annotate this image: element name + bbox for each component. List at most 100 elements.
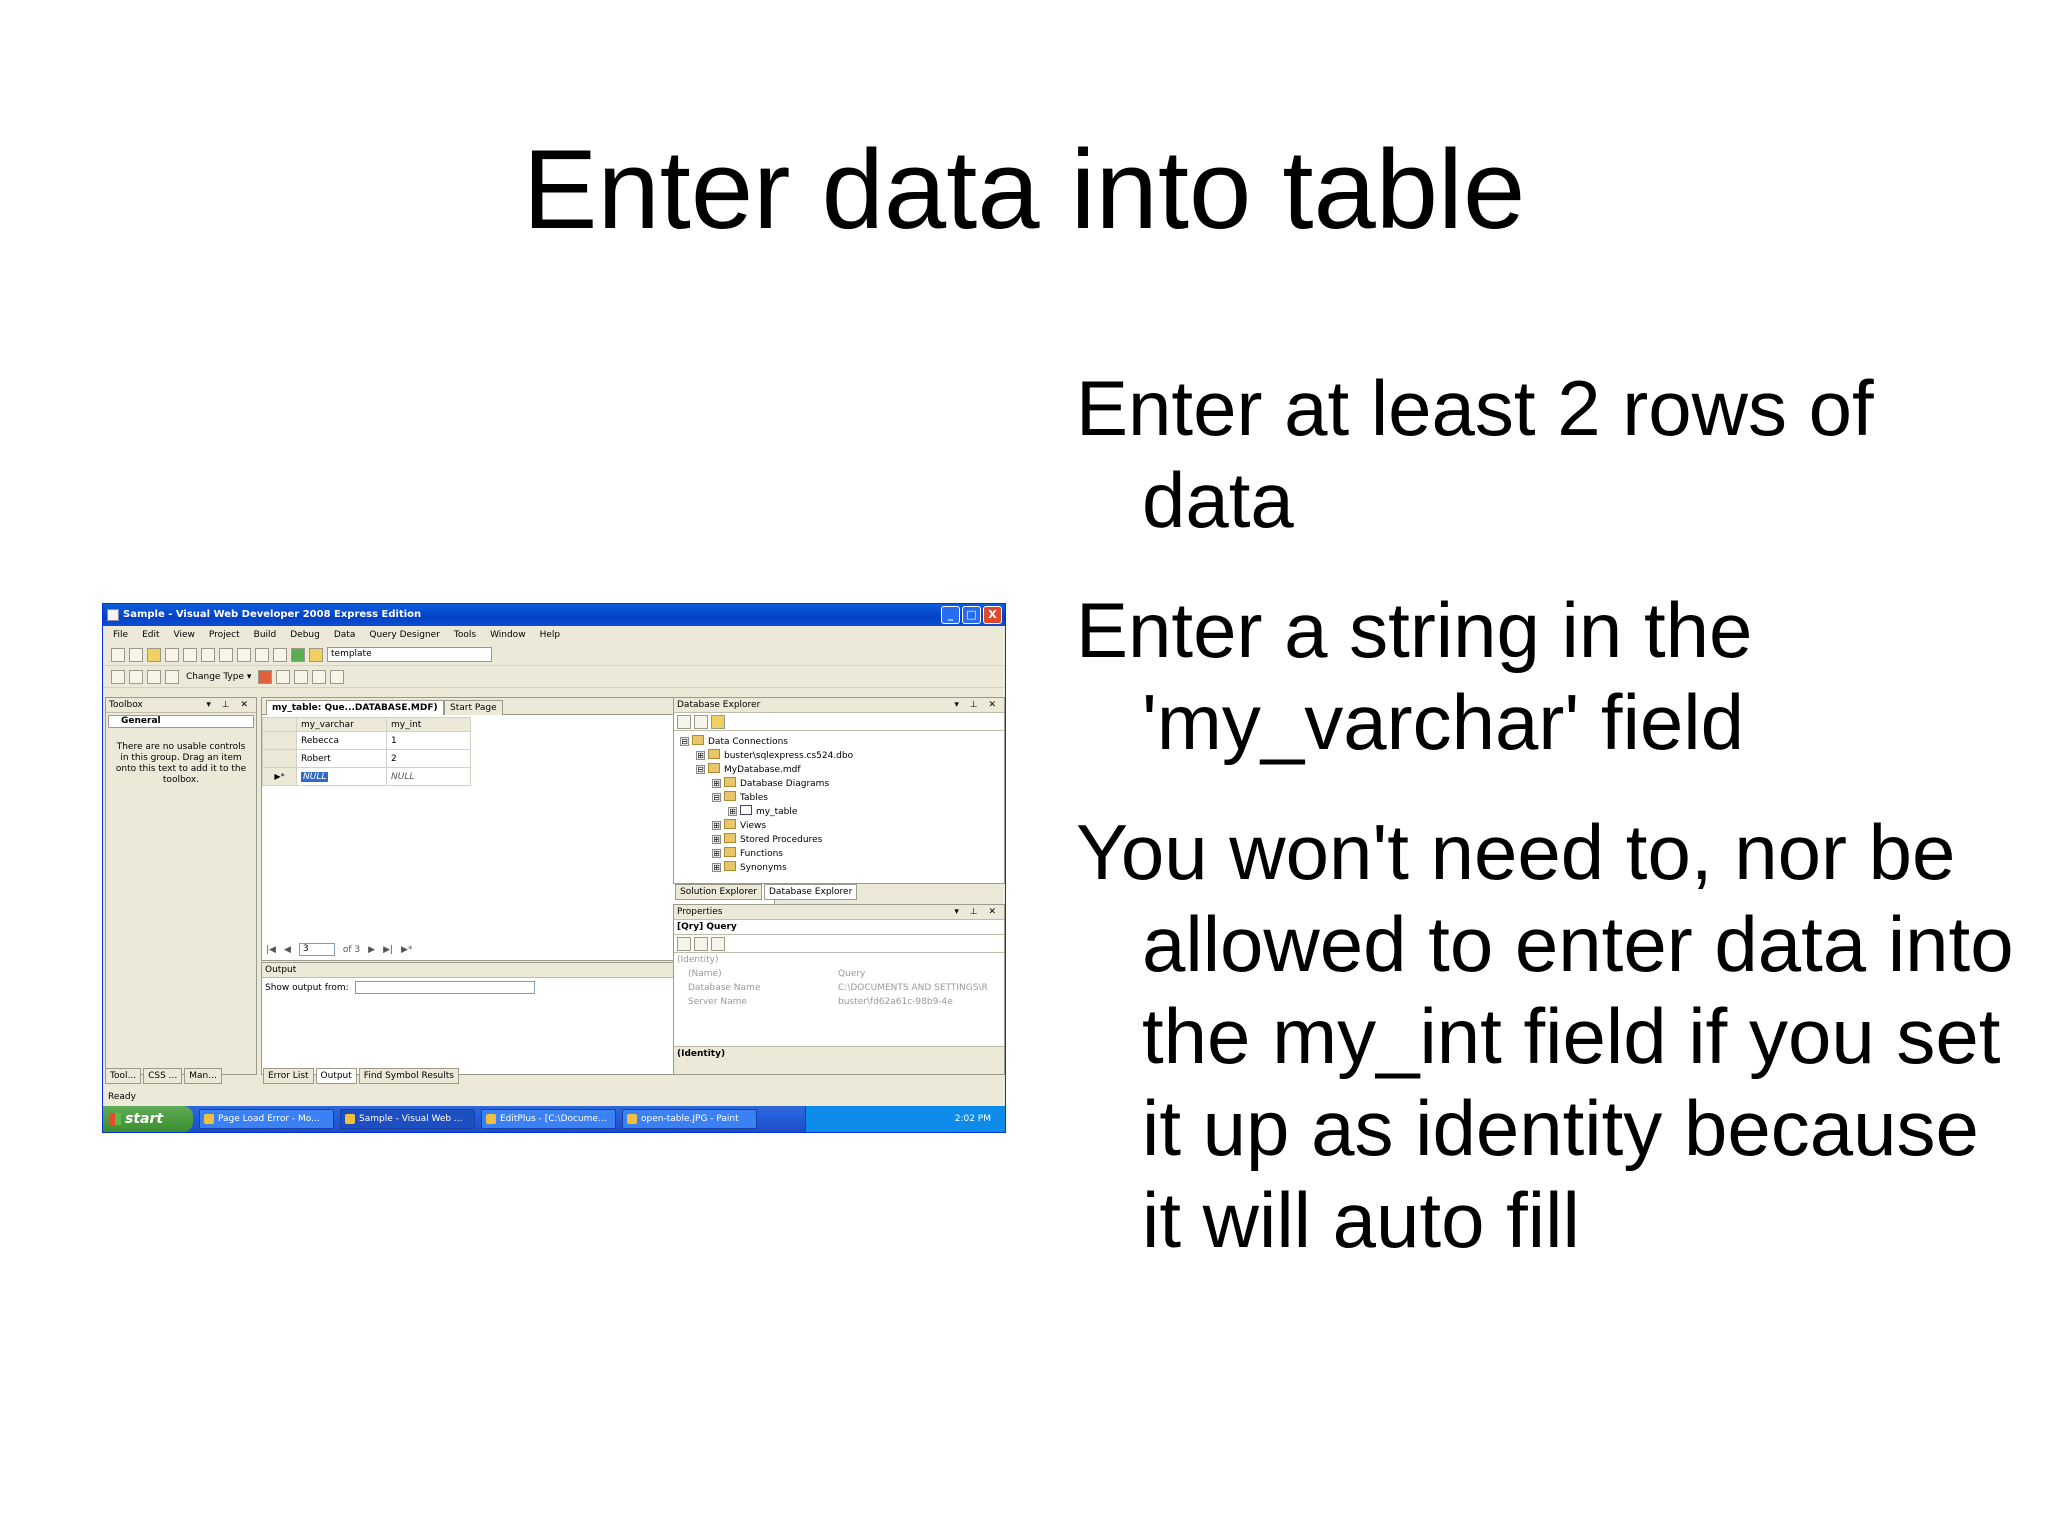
output-source-select[interactable] (354, 981, 535, 994)
copy-icon[interactable] (219, 647, 233, 662)
toolbox-group-general[interactable]: General (108, 715, 254, 728)
execute-sql-icon[interactable] (258, 669, 273, 684)
expander-icon[interactable]: ⊞ (712, 835, 721, 844)
change-type-button[interactable]: Change Type ▾ (183, 670, 254, 684)
next-record-icon[interactable]: ▶ (368, 945, 375, 955)
column-header-my-int[interactable]: my_int (386, 717, 471, 732)
menu-window[interactable]: Window (490, 626, 526, 644)
new-project-icon[interactable] (111, 647, 125, 662)
tree-node-tables[interactable]: ⊟ Tables (712, 791, 1004, 805)
expander-icon[interactable]: ⊞ (696, 751, 705, 760)
add-derived-table-icon[interactable] (330, 669, 345, 684)
property-group-identity[interactable]: (Identity) (674, 953, 1004, 967)
categorized-icon[interactable] (677, 936, 691, 951)
cell-my-int[interactable]: 2 (386, 749, 471, 768)
minimize-button[interactable]: _ (941, 606, 960, 624)
menu-help[interactable]: Help (540, 626, 561, 644)
start-debugging-icon[interactable] (291, 647, 305, 662)
paste-icon[interactable] (237, 647, 251, 662)
menu-tools[interactable]: Tools (454, 626, 476, 644)
cell-my-varchar-new[interactable]: NULL (296, 767, 387, 786)
tab-toolbox[interactable]: Tool... (105, 1068, 142, 1084)
new-record-icon[interactable]: ▶* (401, 945, 412, 955)
menu-project[interactable]: Project (209, 626, 240, 644)
menu-edit[interactable]: Edit (142, 626, 159, 644)
stop-refresh-icon[interactable] (694, 714, 708, 729)
tree-node-data-connections[interactable]: ⊟ Data Connections (680, 735, 1004, 749)
tree-node-views[interactable]: ⊞ Views (712, 819, 1004, 833)
taskbar-item[interactable]: Page Load Error - Mo... (199, 1109, 334, 1129)
tree-node-stored-procedures[interactable]: ⊞ Stored Procedures (712, 833, 1004, 847)
add-table-icon[interactable] (312, 669, 327, 684)
first-record-icon[interactable]: |◀ (266, 945, 276, 955)
tab-error-list[interactable]: Error List (263, 1068, 314, 1084)
tab-start-page[interactable]: Start Page (444, 700, 503, 715)
show-sql-icon[interactable] (147, 669, 161, 684)
row-marker[interactable] (262, 731, 297, 750)
maximize-button[interactable]: □ (962, 606, 981, 624)
cut-icon[interactable] (201, 647, 215, 662)
find-icon[interactable] (309, 647, 323, 662)
property-pages-icon[interactable] (711, 936, 725, 951)
last-record-icon[interactable]: ▶| (383, 945, 393, 955)
cell-my-varchar[interactable]: Rebecca (296, 731, 387, 750)
tree-node-server-connection[interactable]: ⊞ buster\sqlexpress.cs524.dbo (696, 749, 1004, 763)
save-icon[interactable] (165, 647, 179, 662)
expander-icon[interactable]: ⊟ (680, 737, 689, 746)
expander-icon[interactable]: ⊞ (712, 821, 721, 830)
menu-query-designer[interactable]: Query Designer (369, 626, 440, 644)
tree-node-synonyms[interactable]: ⊞ Synonyms (712, 861, 1004, 875)
refresh-icon[interactable] (677, 714, 691, 729)
redo-icon[interactable] (273, 647, 287, 662)
menu-debug[interactable]: Debug (290, 626, 320, 644)
show-diagram-icon[interactable] (111, 669, 125, 684)
tab-my-table[interactable]: my_table: Que...DATABASE.MDF) (266, 700, 444, 715)
pane-controls-icon[interactable]: ▾ ⊥ ✕ (954, 905, 1000, 920)
previous-record-icon[interactable]: ◀ (284, 945, 291, 955)
expander-icon[interactable]: ⊞ (712, 863, 721, 872)
alphabetical-icon[interactable] (694, 936, 708, 951)
properties-object-select[interactable]: [Qry] Query (674, 920, 1004, 935)
taskbar-item[interactable]: Sample - Visual Web ... (340, 1109, 475, 1129)
menu-file[interactable]: File (113, 626, 128, 644)
add-item-icon[interactable] (129, 647, 143, 662)
save-all-icon[interactable] (183, 647, 197, 662)
tree-node-database-diagrams[interactable]: ⊞ Database Diagrams (712, 777, 1004, 791)
pane-controls-icon[interactable]: ▾ ⊥ ✕ (206, 698, 252, 713)
new-row-marker[interactable]: ▶* (262, 767, 297, 786)
column-header-my-varchar[interactable]: my_varchar (296, 717, 387, 732)
null-value-selected[interactable]: NULL (301, 771, 329, 782)
pane-controls-icon[interactable]: ▾ ⊥ ✕ (954, 698, 1000, 713)
tab-database-explorer[interactable]: Database Explorer (764, 884, 858, 900)
tab-css[interactable]: CSS ... (143, 1068, 183, 1084)
expander-icon[interactable]: ⊞ (728, 807, 737, 816)
tab-solution-explorer[interactable]: Solution Explorer (675, 884, 762, 900)
group-by-icon[interactable] (294, 669, 309, 684)
verify-sql-icon[interactable] (276, 669, 291, 684)
tree-node-my-table[interactable]: ⊞ my_table (728, 805, 1004, 819)
cell-my-int-new[interactable]: NULL (386, 767, 471, 786)
show-results-icon[interactable] (165, 669, 179, 684)
show-criteria-icon[interactable] (129, 669, 143, 684)
start-button[interactable]: start (103, 1106, 193, 1132)
menu-build[interactable]: Build (254, 626, 277, 644)
property-row[interactable]: Server Name buster\fd62a61c-98b9-4e (674, 995, 1004, 1009)
clock[interactable]: 2:02 PM (955, 1114, 991, 1124)
tab-manage[interactable]: Man... (184, 1068, 222, 1084)
current-record-input[interactable]: 3 (298, 943, 335, 956)
open-icon[interactable] (147, 647, 161, 662)
tab-output[interactable]: Output (315, 1068, 357, 1084)
cell-my-int[interactable]: 1 (386, 731, 471, 750)
taskbar-item[interactable]: open-table.JPG - Paint (622, 1109, 757, 1129)
menu-data[interactable]: Data (334, 626, 356, 644)
undo-icon[interactable] (255, 647, 269, 662)
menu-view[interactable]: View (174, 626, 195, 644)
connect-database-icon[interactable] (711, 714, 725, 729)
find-combo[interactable]: template (327, 647, 492, 662)
taskbar-item[interactable]: EditPlus - [C:\Docume... (481, 1109, 616, 1129)
cell-my-varchar[interactable]: Robert (296, 749, 387, 768)
close-button[interactable]: X (983, 606, 1002, 624)
tree-node-mydatabase[interactable]: ⊟ MyDatabase.mdf (696, 763, 1004, 777)
tree-node-functions[interactable]: ⊞ Functions (712, 847, 1004, 861)
property-row[interactable]: Database Name C:\DOCUMENTS AND SETTINGS\… (674, 981, 1004, 995)
